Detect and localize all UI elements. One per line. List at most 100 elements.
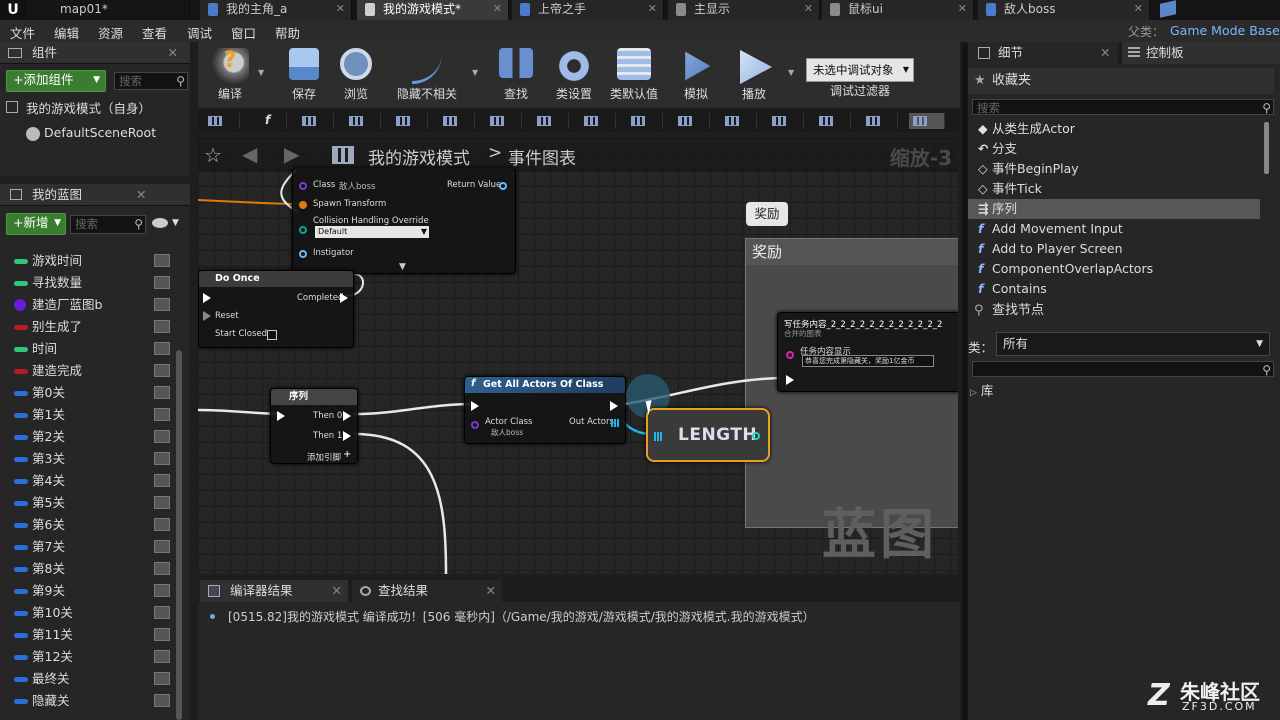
graph-tab-icon[interactable] xyxy=(392,113,428,129)
visibility-eye-icon[interactable] xyxy=(154,540,170,553)
tab-player-a[interactable]: 我的主角_a ✕ xyxy=(200,0,352,20)
close-icon[interactable]: ✕ xyxy=(804,0,813,18)
menu-debug[interactable]: 调试 xyxy=(187,23,212,42)
event-graph[interactable]: ☆ ◀ ▶ 我的游戏模式 > 事件图表 缩放-3 奖励 奖励 蓝图 Class … xyxy=(198,138,958,574)
visibility-eye-icon[interactable] xyxy=(154,254,170,267)
menu-view[interactable]: 查看 xyxy=(142,23,167,42)
graph-tab-icon[interactable] xyxy=(674,113,710,129)
menu-help[interactable]: 帮助 xyxy=(275,23,300,42)
new-button[interactable]: +新增 ▼ xyxy=(6,213,66,235)
visibility-eye-icon[interactable] xyxy=(154,386,170,399)
tab-find-results[interactable]: 查找结果 ✕ xyxy=(352,580,502,602)
palette-item[interactable]: ◆ 从类生成Actor xyxy=(968,119,1260,139)
variable-item[interactable]: 最终关 xyxy=(8,668,176,690)
simulate-button[interactable]: 模拟 xyxy=(666,46,726,104)
add-component-button[interactable]: +添加组件 ▼ xyxy=(6,70,106,92)
menu-edit[interactable]: 编辑 xyxy=(54,23,79,42)
favorites-search-input[interactable]: 搜索 ⚲ xyxy=(972,99,1274,115)
exec-in-pin[interactable] xyxy=(203,293,211,303)
function-tab-icon[interactable]: f xyxy=(251,113,287,129)
graph-tab-icon[interactable] xyxy=(486,113,522,129)
find-nodes-header[interactable]: ⚲ 查找节点 xyxy=(968,300,1280,322)
graph-tab-icon[interactable] xyxy=(909,113,945,129)
visibility-eye-icon[interactable] xyxy=(154,562,170,575)
length-node[interactable]: LENGTH xyxy=(646,408,770,462)
exec-out-pin[interactable] xyxy=(610,401,618,411)
then1-pin[interactable] xyxy=(343,431,351,441)
do-once-node[interactable]: Do Once Completed Reset Start Closed xyxy=(198,270,354,348)
palette-item[interactable]: f Contains xyxy=(968,279,1260,294)
close-icon[interactable]: ✕ xyxy=(648,0,657,18)
palette-item[interactable]: f ComponentOverlapActors xyxy=(968,259,1260,279)
graph-tab-icon[interactable] xyxy=(580,113,616,129)
array-pin-icon[interactable] xyxy=(654,432,663,441)
exec-in-pin[interactable] xyxy=(471,401,479,411)
find-button[interactable]: 查找 xyxy=(486,46,546,104)
hide-unrelated-button[interactable]: 隐藏不相关 xyxy=(390,46,464,104)
actor-class-value[interactable]: 敌人boss xyxy=(491,427,523,438)
variable-item[interactable]: 建造厂蓝图b xyxy=(8,294,176,316)
library-tree-item[interactable]: ▷ 库 xyxy=(970,380,993,399)
panel-divider[interactable] xyxy=(962,42,968,720)
menu-window[interactable]: 窗口 xyxy=(231,23,256,42)
chevron-down-icon[interactable]: ▼ xyxy=(172,218,179,228)
tab-mouse-ui[interactable]: 鼠标ui ✕ xyxy=(822,0,974,20)
visibility-eye-icon[interactable] xyxy=(154,408,170,421)
class-pin-value[interactable]: 敌人boss xyxy=(339,180,375,192)
close-icon[interactable]: ✕ xyxy=(958,0,967,18)
add-pin-button[interactable]: 添加引脚 xyxy=(307,451,341,463)
blueprint-search-input[interactable]: 搜索 ⚲ xyxy=(70,215,146,234)
close-icon[interactable]: ✕ xyxy=(168,42,178,63)
variable-item[interactable]: 游戏时间 xyxy=(8,250,176,272)
variable-item[interactable]: 第2关 xyxy=(8,426,176,448)
browse-button[interactable]: 浏览 xyxy=(326,46,386,104)
compile-button[interactable]: ? 编译 xyxy=(200,46,260,104)
close-icon[interactable]: ✕ xyxy=(332,580,342,602)
collision-handling-select[interactable]: Default ▼ xyxy=(315,226,429,238)
actor-class-pin[interactable] xyxy=(471,421,479,429)
palette-item[interactable]: f Add to Player Screen xyxy=(968,239,1260,259)
play-button[interactable]: 播放 xyxy=(724,46,784,104)
spawn-transform-pin[interactable] xyxy=(299,201,307,209)
favorites-header[interactable]: ★ 收藏夹 xyxy=(968,68,1274,94)
graph-tab-icon[interactable] xyxy=(768,113,804,129)
visibility-eye-icon[interactable] xyxy=(154,650,170,663)
variable-item[interactable]: 第8关 xyxy=(8,558,176,580)
graph-tab-icon[interactable] xyxy=(815,113,851,129)
visibility-eye-icon[interactable] xyxy=(154,452,170,465)
vertical-scrollbar[interactable] xyxy=(176,350,182,720)
reset-pin[interactable] xyxy=(203,311,211,321)
palette-item[interactable]: ◇ 事件Tick xyxy=(968,179,1260,199)
graph-tab-icon[interactable] xyxy=(627,113,663,129)
variable-item[interactable]: 第4关 xyxy=(8,470,176,492)
variable-item[interactable]: 建造完成 xyxy=(8,360,176,382)
visibility-eye-icon[interactable] xyxy=(152,218,168,228)
menu-file[interactable]: 文件 xyxy=(10,23,35,42)
plus-icon[interactable]: + xyxy=(343,449,351,460)
visibility-eye-icon[interactable] xyxy=(154,694,170,707)
exec-in-pin[interactable] xyxy=(277,411,285,421)
visibility-eye-icon[interactable] xyxy=(154,672,170,685)
chevron-down-icon[interactable]: ▼ xyxy=(472,68,478,77)
tab-palette[interactable]: 控制板 xyxy=(1122,42,1280,64)
components-tab-label[interactable]: 组件 xyxy=(32,42,57,63)
graph-tab-icon[interactable] xyxy=(439,113,475,129)
variable-item[interactable]: 第9关 xyxy=(8,580,176,602)
menu-asset[interactable]: 资源 xyxy=(98,23,123,42)
variable-item[interactable]: 第10关 xyxy=(8,602,176,624)
task-content-input[interactable]: 恭喜您完成第隐藏关，奖励1亿金币 xyxy=(802,355,934,367)
graph-tab-icon[interactable] xyxy=(298,113,334,129)
chevron-down-icon[interactable]: ▼ xyxy=(258,68,264,77)
visibility-eye-icon[interactable] xyxy=(154,584,170,597)
favorites-scrollbar[interactable] xyxy=(1264,122,1269,174)
parent-class-value[interactable]: Game Mode Base xyxy=(1170,23,1280,38)
write-task-node[interactable]: 写任务内容_2_2_2_2_2_2_2_2_2_2_2_2 合并的图表 任务内容… xyxy=(777,312,958,392)
instigator-pin[interactable] xyxy=(299,250,307,258)
visibility-eye-icon[interactable] xyxy=(154,606,170,619)
variable-item[interactable]: 寻找数量 xyxy=(8,272,176,294)
sequence-node[interactable]: 序列 Then 0 Then 1 添加引脚 + xyxy=(270,388,358,464)
tab-details[interactable]: 细节 ✕ xyxy=(968,42,1118,64)
visibility-eye-icon[interactable] xyxy=(154,276,170,289)
visibility-eye-icon[interactable] xyxy=(154,364,170,377)
length-output-pin[interactable] xyxy=(752,432,760,440)
